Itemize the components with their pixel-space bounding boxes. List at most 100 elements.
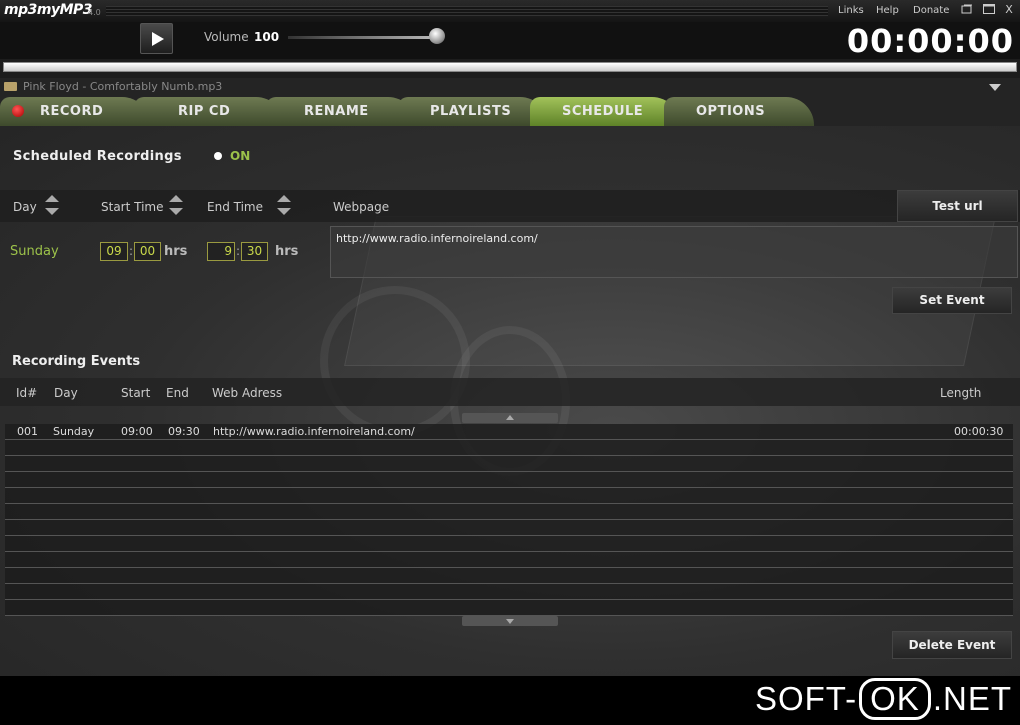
current-file-name: Pink Floyd - Comfortably Numb.mp3 [23,80,223,93]
tab-label: PLAYLISTS [430,104,512,119]
table-row[interactable] [5,472,1013,488]
delete-event-button[interactable]: Delete Event [892,631,1012,659]
tab-schedule[interactable]: SCHEDULE [530,97,680,126]
folder-icon[interactable] [4,82,17,91]
schedule-status[interactable]: ON [230,149,250,163]
test-url-button[interactable]: Test url [897,190,1018,222]
chevron-down-icon[interactable] [989,84,1001,91]
recording-events-title: Recording Events [12,354,141,369]
event-web-address: http://www.radio.infernoireland.com/ [213,425,415,438]
donate-menu[interactable]: Donate [913,5,949,16]
event-start: 09:00 [121,425,153,438]
arrow-up-icon[interactable] [169,195,183,202]
table-row[interactable] [5,536,1013,552]
webpage-input[interactable]: http://www.radio.infernoireland.com/ [330,226,1018,278]
arrow-down-icon [506,619,514,624]
table-row[interactable]: 001 Sunday 09:00 09:30 http://www.radio.… [5,424,1013,440]
tab-options[interactable]: OPTIONS [664,97,814,126]
column-web-address[interactable]: Web Adress [212,386,282,400]
scroll-up-button[interactable] [462,413,558,423]
help-menu[interactable]: Help [876,5,899,16]
volume-label: Volume [204,30,249,44]
event-end: 09:30 [168,425,200,438]
player-bar: Volume 100 00:00:00 [0,22,1020,60]
table-row[interactable] [5,504,1013,520]
tab-bar: RECORD RIP CD RENAME PLAYLISTS SCHEDULE … [0,96,1020,126]
tab-label: RIP CD [178,104,231,119]
end-time-stepper[interactable] [277,195,291,219]
table-row[interactable] [5,488,1013,504]
restore-window-icon[interactable] [960,4,974,16]
app-logo: mp3myMP3 [4,2,93,18]
time-separator: : [236,244,241,258]
column-start[interactable]: Start [121,386,150,400]
event-day: Sunday [53,425,95,438]
play-button[interactable] [140,23,173,54]
table-row[interactable] [5,520,1013,536]
column-end[interactable]: End [166,386,189,400]
record-icon [12,105,24,117]
tab-label: SCHEDULE [562,104,644,119]
arrow-up-icon[interactable] [277,195,291,202]
schedule-panel: Scheduled Recordings ON Day Start Time E… [0,126,1020,676]
tab-playlists[interactable]: PLAYLISTS [398,97,548,126]
arrow-down-icon[interactable] [169,208,183,215]
footer: SOFT- OK .NET [0,676,1020,725]
column-day[interactable]: Day [54,386,78,400]
watermark-right: .NET [932,680,1012,717]
set-event-button[interactable]: Set Event [892,287,1012,314]
table-row[interactable] [5,568,1013,584]
event-length: 00:00:30 [954,425,1004,438]
close-window-button[interactable]: X [1002,4,1016,16]
table-row[interactable] [5,552,1013,568]
end-time-header: End Time [207,200,263,214]
arrow-up-icon[interactable] [45,195,59,202]
day-header: Day [13,200,37,214]
event-id: 001 [17,425,38,438]
schedule-form-header: Day Start Time End Time Webpage Test url [0,190,1020,222]
table-row[interactable] [5,440,1013,456]
column-length[interactable]: Length [940,386,981,400]
watermark-ok: OK [859,678,931,720]
volume-slider-handle[interactable] [429,28,445,44]
events-table: 001 Sunday 09:00 09:30 http://www.radio.… [5,424,1013,616]
end-hour-field[interactable]: 9 [207,242,235,261]
tab-rename[interactable]: RENAME [266,97,416,126]
start-time-header: Start Time [101,200,164,214]
progress-area [0,59,1020,78]
current-file-row: Pink Floyd - Comfortably Numb.mp3 [0,78,1020,96]
start-hour-field[interactable]: 09 [100,242,128,261]
arrow-down-icon[interactable] [45,208,59,215]
start-time-stepper[interactable] [169,195,183,219]
maximize-window-icon[interactable] [982,4,996,16]
time-separator: : [129,244,134,258]
tab-label: RECORD [40,104,104,119]
table-row[interactable] [5,600,1013,616]
webpage-header: Webpage [333,200,390,214]
tab-label: OPTIONS [696,104,766,119]
column-id[interactable]: Id# [16,386,37,400]
title-drag-area[interactable] [106,6,828,16]
table-row[interactable] [5,584,1013,600]
tab-label: RENAME [304,104,369,119]
watermark: SOFT- OK .NET [755,678,1012,720]
events-table-header: Id# Day Start End Web Adress Length [0,378,1020,406]
start-hrs-label: hrs [164,244,188,259]
volume-slider[interactable] [288,36,438,39]
day-stepper[interactable] [45,195,59,219]
day-value[interactable]: Sunday [10,244,59,259]
table-row[interactable] [5,456,1013,472]
end-minute-field[interactable]: 30 [241,242,268,261]
arrow-down-icon[interactable] [277,208,291,215]
status-radio-icon[interactable] [214,152,222,160]
tab-record[interactable]: RECORD [0,97,150,126]
app-version: 4.0 [88,8,101,17]
elapsed-time: 00:00:00 [846,22,1014,60]
links-menu[interactable]: Links [838,5,864,16]
tab-rip-cd[interactable]: RIP CD [134,97,284,126]
start-minute-field[interactable]: 00 [134,242,161,261]
progress-bar[interactable] [3,62,1017,72]
play-icon [152,32,164,46]
arrow-up-icon [506,415,514,420]
scroll-down-button[interactable] [462,616,558,626]
